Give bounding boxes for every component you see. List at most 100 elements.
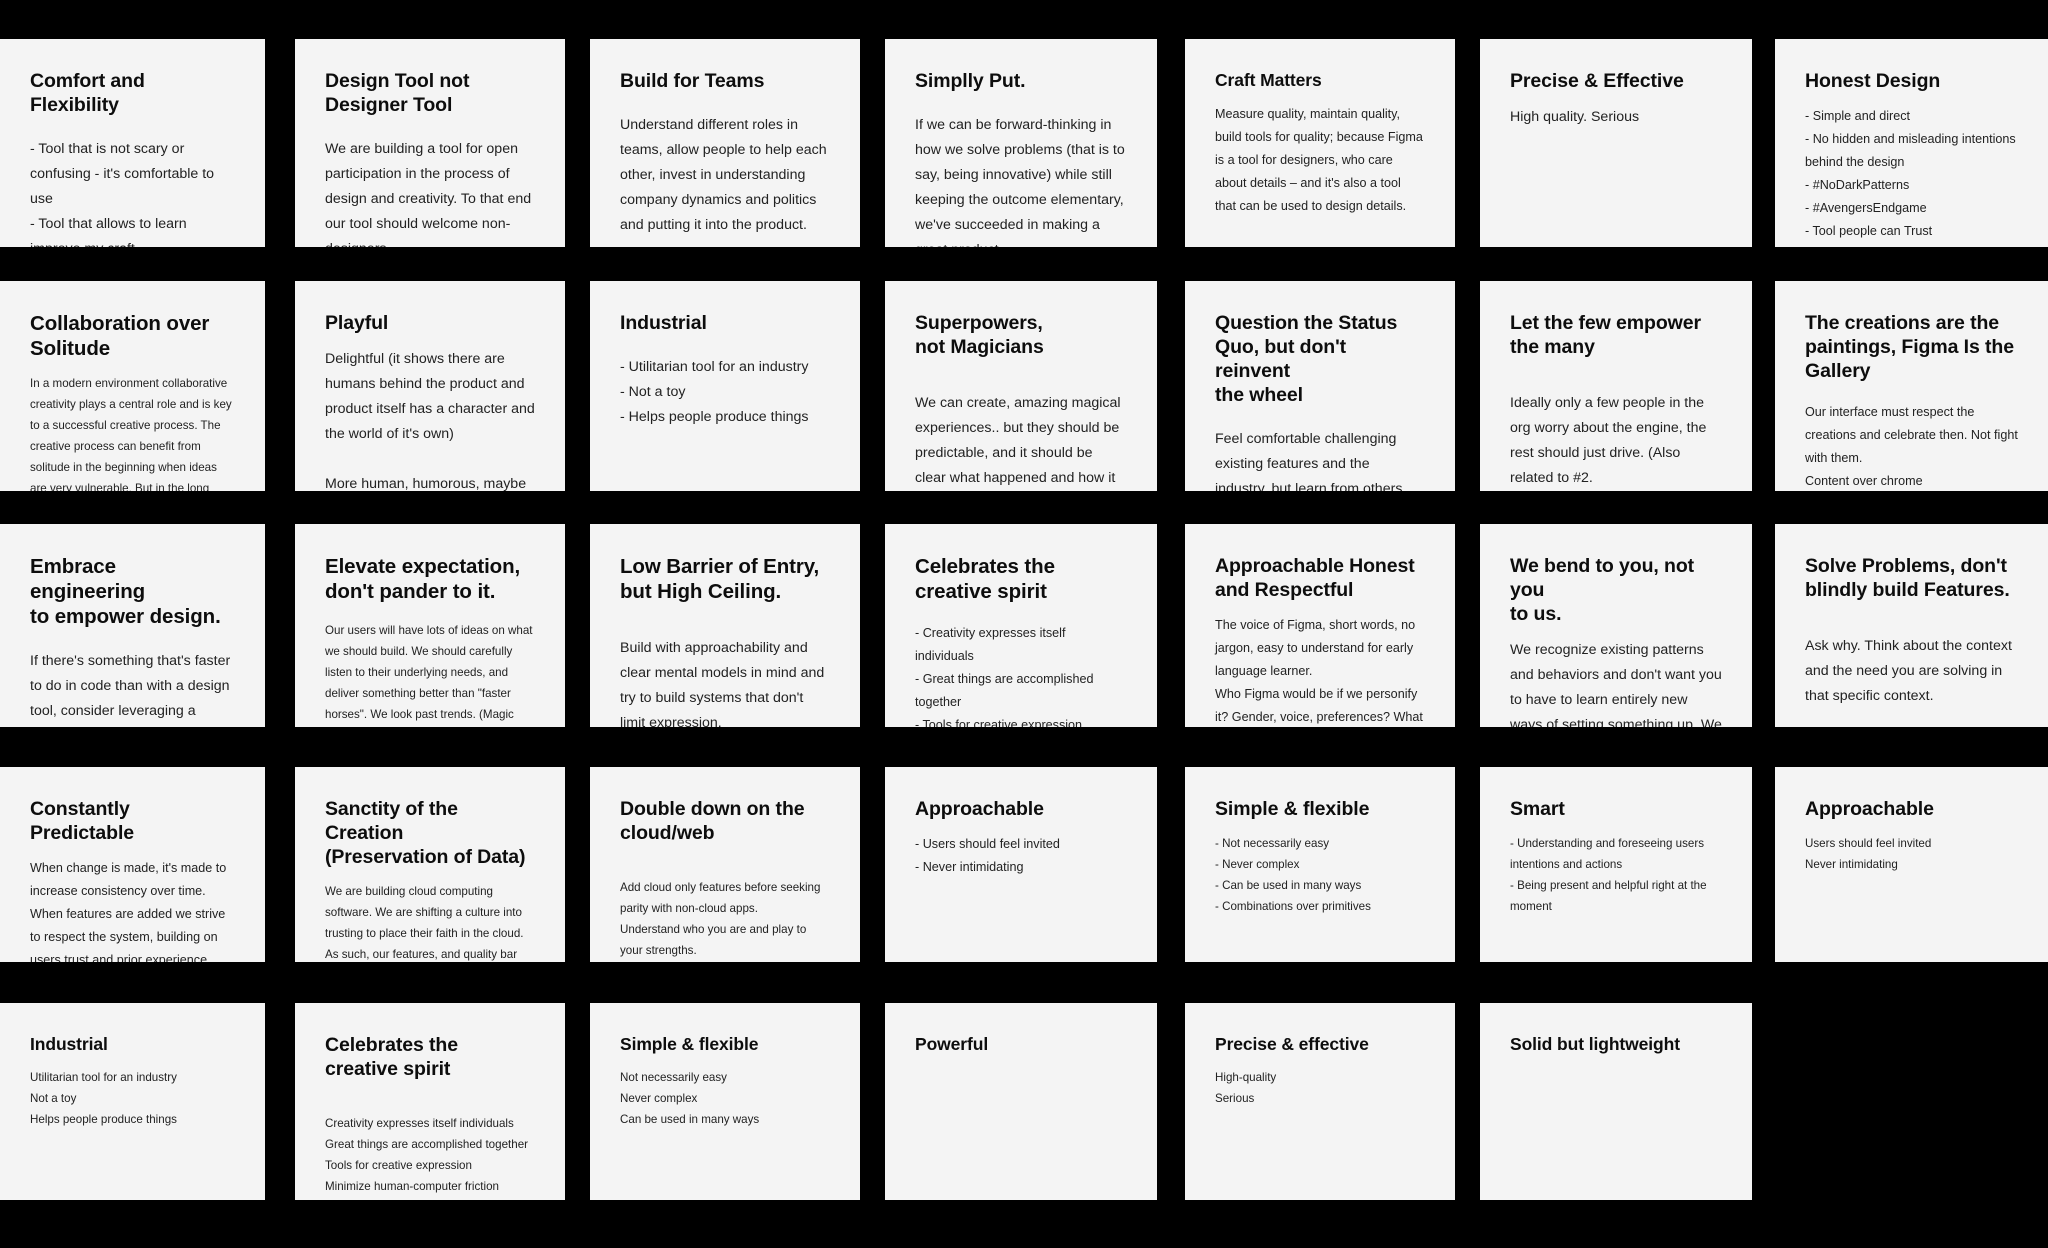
sticky-note-card[interactable]: Celebrates the creative spirit Creativity… xyxy=(295,1003,565,1200)
card-body: Ask why. Think about the context and the… xyxy=(1805,638,2012,704)
card-body: Ideally only a few people in the org wor… xyxy=(1510,395,1707,486)
card-body: When change is made, it's made to increa… xyxy=(30,861,227,962)
card-title: Constantly Predictable xyxy=(30,798,135,844)
sticky-note-card[interactable]: Precise & effective High-quality Serious xyxy=(1185,1003,1455,1200)
card-title: Sanctity of the Creation (Preservation o… xyxy=(325,798,526,868)
card-body: - Understanding and foreseeing users int… xyxy=(1510,837,1707,913)
card-body: - Utilitarian tool for an industry - Not… xyxy=(620,359,809,425)
sticky-note-card[interactable]: Powerful xyxy=(885,1003,1157,1200)
card-title: We bend to you, not you to us. xyxy=(1510,555,1695,625)
card-title: Precise & Effective xyxy=(1510,70,1684,92)
card-title: Industrial xyxy=(620,312,707,334)
card-body: We can create, amazing magical experienc… xyxy=(915,395,1121,486)
sticky-note-card[interactable]: Constantly Predictable When change is mad… xyxy=(0,767,265,962)
card-body: Users should feel invited Never intimida… xyxy=(1805,837,1932,871)
sticky-note-card[interactable]: Simplly Put. If we can be forward-thinkin… xyxy=(885,39,1157,247)
card-title: Approachable Honest and Respectful xyxy=(1215,555,1415,601)
sticky-note-card[interactable]: Let the few empower the many Ideally onl… xyxy=(1480,281,1752,491)
sticky-note-card[interactable]: Solve Problems, don't blindly build Feat… xyxy=(1775,524,2048,727)
card-body: Not necessarily easy Never complex Can b… xyxy=(620,1071,760,1126)
card-title: Question the Status Quo, but don't reinv… xyxy=(1215,312,1398,406)
sticky-note-card[interactable]: Superpowers, not Magicians We can create,… xyxy=(885,281,1157,491)
sticky-note-card[interactable]: Craft Matters Measure quality, maintain q… xyxy=(1185,39,1455,247)
card-body: - Not necessarily easy - Never complex -… xyxy=(1215,837,1371,913)
card-body: Our users will have lots of ideas on wha… xyxy=(325,624,533,721)
sticky-note-card[interactable]: Build for Teams Understand different role… xyxy=(590,39,860,247)
card-body: Measure quality, maintain quality, build… xyxy=(1215,107,1423,213)
card-body: We are building a tool for open particip… xyxy=(325,141,532,247)
card-title: Smart xyxy=(1510,798,1565,820)
card-title: The creations are the paintings, Figma I… xyxy=(1805,312,2014,382)
sticky-note-card[interactable]: Approachable - Users should feel invited … xyxy=(885,767,1157,962)
sticky-note-card[interactable]: Low Barrier of Entry, but High Ceiling. B… xyxy=(590,524,860,727)
card-title: Solve Problems, don't blindly build Feat… xyxy=(1805,555,2010,601)
card-title: Celebrates the creative spirit xyxy=(325,1034,458,1080)
card-title: Superpowers, not Magicians xyxy=(915,312,1044,358)
card-title: Elevate expectation, don't pander to it. xyxy=(325,555,521,603)
card-title: Approachable xyxy=(915,798,1044,820)
sticky-note-card[interactable]: We bend to you, not you to us. We recogni… xyxy=(1480,524,1752,727)
card-body: Build with approachability and clear men… xyxy=(620,640,825,727)
sticky-note-card[interactable]: Question the Status Quo, but don't reinv… xyxy=(1185,281,1455,491)
sticky-note-card[interactable]: Playful Delightful (it shows there are hu… xyxy=(295,281,565,491)
card-title: Honest Design xyxy=(1805,70,1941,92)
card-body: If there's something that's faster to do… xyxy=(30,653,231,719)
sticky-note-card[interactable]: Double down on the cloud/web Add cloud on… xyxy=(590,767,860,962)
sticky-note-card[interactable]: Smart - Understanding and foreseeing user… xyxy=(1480,767,1752,962)
card-title: Solid but lightweight xyxy=(1510,1034,1680,1054)
card-body: - Tool that is not scary or confusing - … xyxy=(30,141,215,247)
card-body: Our interface must respect the creations… xyxy=(1805,405,2018,488)
card-title: Approachable xyxy=(1805,798,1934,820)
card-title: Powerful xyxy=(915,1034,989,1054)
card-title: Comfort and Flexibility xyxy=(30,70,145,116)
card-title: Double down on the cloud/web xyxy=(620,798,805,844)
sticky-note-card[interactable]: Industrial Utilitarian tool for an indust… xyxy=(0,1003,265,1200)
sticky-note-card[interactable]: Approachable Honest and Respectful The v… xyxy=(1185,524,1455,727)
card-title: Precise & effective xyxy=(1215,1034,1369,1054)
card-body: We are building cloud computing software… xyxy=(325,885,524,961)
sticky-note-card[interactable]: Industrial - Utilitarian tool for an ind… xyxy=(590,281,860,491)
card-title: Let the few empower the many xyxy=(1510,312,1701,358)
sticky-note-card[interactable]: Solid but lightweight xyxy=(1480,1003,1752,1200)
card-body: Add cloud only features before seeking p… xyxy=(620,881,821,957)
card-title: Embrace engineering to empower design. xyxy=(30,555,221,628)
card-title: Low Barrier of Entry, but High Ceiling. xyxy=(620,555,820,603)
card-title: Build for Teams xyxy=(620,70,765,92)
card-title: Collaboration over Solitude xyxy=(30,312,210,360)
sticky-note-card[interactable]: Design Tool not Designer Tool We are buil… xyxy=(295,39,565,247)
card-body: Creativity expresses itself individuals … xyxy=(325,1117,529,1193)
card-title: Industrial xyxy=(30,1034,108,1054)
sticky-note-card[interactable]: Sanctity of the Creation (Preservation o… xyxy=(295,767,565,962)
sticky-note-card[interactable]: The creations are the paintings, Figma I… xyxy=(1775,281,2048,491)
sticky-note-card[interactable]: Approachable Users should feel invited Ne… xyxy=(1775,767,2048,962)
sticky-note-card[interactable]: Simple & flexible Not necessarily easy Ne… xyxy=(590,1003,860,1200)
card-title: Simplly Put. xyxy=(915,70,1026,92)
sticky-note-board: Comfort and Flexibility - Tool that is no… xyxy=(0,0,2048,1248)
card-body: - Users should feel invited - Never inti… xyxy=(915,837,1060,874)
card-title: Celebrates the creative spirit xyxy=(915,555,1055,603)
card-body: In a modern environment collaborative cr… xyxy=(30,377,232,491)
card-body: The voice of Figma, short words, no jarg… xyxy=(1215,618,1423,724)
sticky-note-card[interactable]: Simple & flexible - Not necessarily easy … xyxy=(1185,767,1455,962)
card-body: Understand different roles in teams, all… xyxy=(620,117,827,233)
card-body: Delightful (it shows there are humans be… xyxy=(325,351,535,491)
card-title: Design Tool not Designer Tool xyxy=(325,70,470,116)
sticky-note-card[interactable]: Comfort and Flexibility - Tool that is no… xyxy=(0,39,265,247)
card-body: - Simple and direct - No hidden and misl… xyxy=(1805,109,2016,238)
card-title: Playful xyxy=(325,312,389,334)
sticky-note-card[interactable]: Celebrates the creative spirit - Creativi… xyxy=(885,524,1157,727)
sticky-note-card[interactable]: Honest Design - Simple and direct - No h… xyxy=(1775,39,2048,247)
sticky-note-card[interactable]: Elevate expectation, don't pander to it.… xyxy=(295,524,565,727)
card-title: Simple & flexible xyxy=(1215,798,1370,820)
card-body: Utilitarian tool for an industry Not a t… xyxy=(30,1071,177,1126)
card-body: Feel comfortable challenging existing fe… xyxy=(1215,431,1403,491)
card-title: Simple & flexible xyxy=(620,1034,759,1054)
card-body: - Creativity expresses itself individual… xyxy=(915,626,1094,727)
card-title: Craft Matters xyxy=(1215,70,1322,90)
card-body: We recognize existing patterns and behav… xyxy=(1510,642,1722,727)
sticky-note-card[interactable]: Embrace engineering to empower design. If… xyxy=(0,524,265,727)
card-body: High quality. Serious xyxy=(1510,109,1640,125)
card-body: High-quality Serious xyxy=(1215,1071,1277,1105)
sticky-note-card[interactable]: Precise & Effective High quality. Serious xyxy=(1480,39,1752,247)
sticky-note-card[interactable]: Collaboration over Solitude In a modern e… xyxy=(0,281,265,491)
